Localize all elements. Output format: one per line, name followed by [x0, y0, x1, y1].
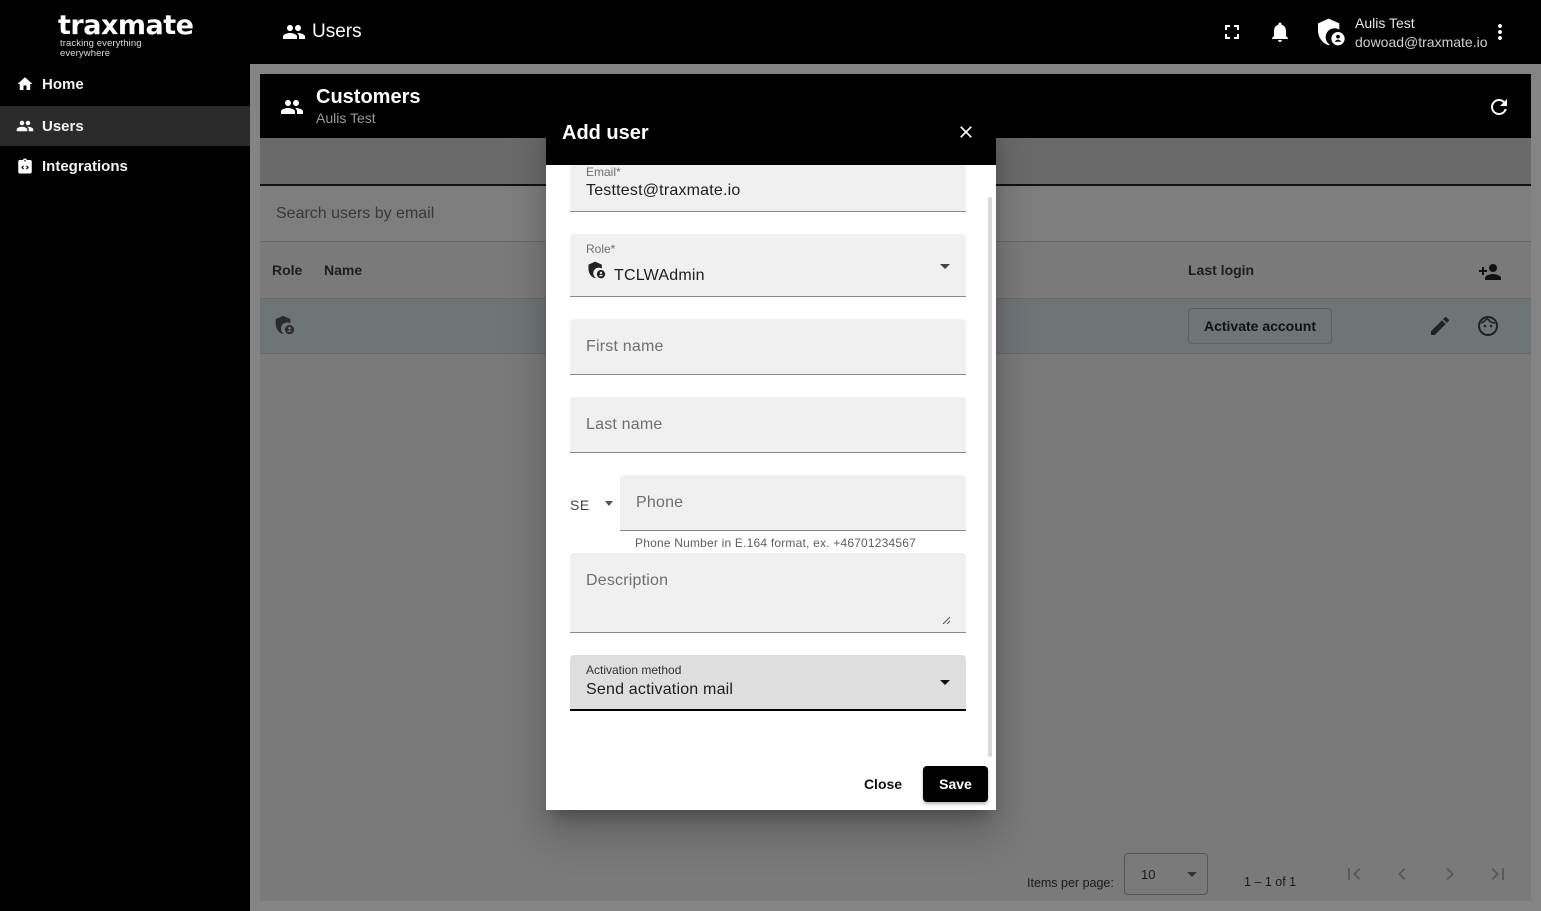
home-icon — [17, 77, 33, 90]
add-user-icon[interactable] — [1478, 260, 1502, 284]
page-title-text: Users — [312, 21, 362, 42]
dialog-scrollbar[interactable] — [988, 197, 992, 757]
sidebar-nav: Home Users Integrations — [0, 64, 250, 911]
sidebar-item-home[interactable]: Home — [0, 64, 250, 104]
page-title: Users — [282, 20, 362, 44]
user-shield-avatar-icon[interactable] — [1314, 16, 1346, 48]
email-label: Email* — [586, 165, 621, 179]
role-select[interactable]: Role* TCLWAdmin — [570, 234, 966, 297]
fullscreen-icon[interactable] — [1220, 20, 1244, 44]
last-page-icon[interactable] — [1486, 862, 1510, 886]
traxmate-logo[interactable]: traxmate tracking everything everywhere — [58, 10, 194, 59]
items-per-page-select[interactable]: 10 — [1124, 853, 1208, 895]
sidebar-item-users[interactable]: Users — [0, 106, 250, 146]
close-button[interactable]: Close — [854, 766, 912, 802]
chevron-down-icon — [1187, 872, 1197, 877]
chevron-down-icon — [940, 264, 950, 269]
save-button[interactable]: Save — [923, 766, 988, 802]
resize-handle-icon[interactable] — [942, 616, 950, 624]
card-subtitle: Aulis Test — [316, 110, 376, 126]
role-value: TCLWAdmin — [614, 267, 705, 284]
items-per-page-value: 10 — [1141, 867, 1156, 882]
first-name-field[interactable]: First name — [570, 319, 966, 375]
phone-placeholder: Phone — [636, 494, 684, 511]
first-page-icon[interactable] — [1342, 862, 1366, 886]
card-title: Customers — [316, 86, 421, 108]
next-page-icon[interactable] — [1438, 862, 1462, 886]
shield-user-icon — [275, 315, 295, 335]
description-placeholder: Description — [586, 572, 669, 589]
users-icon — [281, 100, 303, 114]
more-vert-icon[interactable] — [1488, 20, 1512, 44]
users-icon — [283, 25, 305, 39]
edit-pencil-icon[interactable] — [1428, 314, 1452, 338]
description-field[interactable]: Description — [570, 553, 966, 633]
refresh-icon[interactable] — [1487, 95, 1511, 119]
first-name-placeholder: First name — [586, 338, 664, 355]
phone-field[interactable]: Phone — [620, 475, 966, 531]
sidebar-item-label: Users — [42, 117, 84, 135]
current-user-name[interactable]: Aulis Test — [1355, 15, 1415, 31]
previous-page-icon[interactable] — [1390, 862, 1414, 886]
last-name-placeholder: Last name — [586, 416, 663, 433]
logo-wordmark: traxmate — [58, 10, 194, 41]
logo-tagline: tracking everything everywhere — [60, 38, 142, 59]
activate-account-button[interactable]: Activate account — [1188, 308, 1332, 344]
chevron-down-icon[interactable] — [605, 501, 613, 506]
country-code-select[interactable]: SE — [570, 497, 590, 513]
close-icon[interactable] — [956, 122, 976, 142]
sidebar-item-label: Home — [42, 75, 84, 93]
impersonate-face-icon[interactable] — [1476, 314, 1500, 338]
last-name-field[interactable]: Last name — [570, 397, 966, 453]
email-value: Testtest@traxmate.io — [586, 182, 741, 199]
column-header-last-login[interactable]: Last login — [1188, 262, 1254, 278]
search-placeholder: Search users by email — [276, 205, 435, 222]
dialog-header: Add user — [546, 100, 996, 165]
column-header-name[interactable]: Name — [324, 262, 362, 278]
phone-hint: Phone Number in E.164 format, ex. +46701… — [635, 536, 917, 550]
activation-method-value: Send activation mail — [586, 681, 734, 698]
sidebar-item-label: Integrations — [42, 157, 128, 175]
current-user-email[interactable]: dowoad@traxmate.io — [1355, 34, 1488, 50]
activation-method-select[interactable]: Activation method Send activation mail — [570, 655, 966, 711]
integrations-icon — [18, 158, 32, 174]
add-user-dialog: Add user Email* Testtest@traxmate.io Rol… — [546, 100, 996, 810]
sidebar-item-integrations[interactable]: Integrations — [0, 146, 250, 186]
email-field[interactable]: Email* Testtest@traxmate.io — [570, 165, 966, 212]
items-per-page-label: Items per page: — [1027, 876, 1114, 890]
paginator-range: 1 – 1 of 1 — [1244, 875, 1297, 889]
role-label: Role* — [586, 242, 616, 256]
column-header-role[interactable]: Role — [272, 262, 302, 278]
activation-method-label: Activation method — [586, 663, 682, 677]
users-icon — [16, 120, 34, 132]
dialog-title: Add user — [562, 122, 649, 144]
top-app-bar: traxmate tracking everything everywhere … — [0, 0, 1541, 64]
shield-user-icon — [588, 261, 606, 279]
chevron-down-icon — [940, 680, 950, 685]
notifications-bell-icon[interactable] — [1268, 20, 1292, 44]
